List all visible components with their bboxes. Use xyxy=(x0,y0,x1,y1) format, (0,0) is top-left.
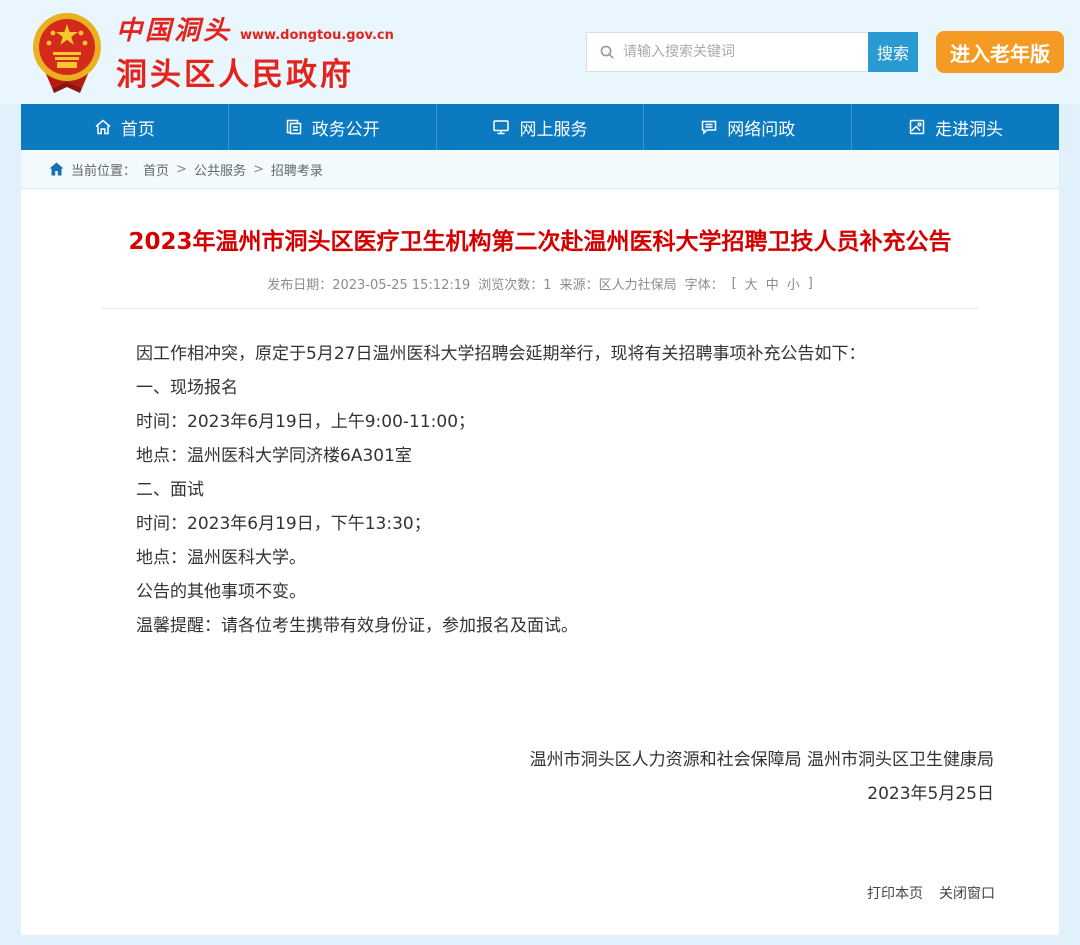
article-paragraph: 温馨提醒：请各位考生携带有效身份证，参加报名及面试。 xyxy=(136,609,999,643)
font-size-label: 字体： xyxy=(685,274,724,293)
article-container: 2023年温州市洞头区医疗卫生机构第二次赴温州医科大学招聘卫技人员补充公告 发布… xyxy=(21,189,1059,935)
nav-item-online-services[interactable]: 网上服务 xyxy=(436,104,644,150)
article-paragraph: 时间：2023年6月19日，下午13:30； xyxy=(136,507,999,541)
search-box: 搜索 xyxy=(586,32,918,72)
font-size-bracket: ] xyxy=(808,276,813,291)
breadcrumb-separator: > xyxy=(176,162,187,177)
breadcrumb-prefix: 当前位置： xyxy=(71,160,136,179)
font-size-large[interactable]: 大 xyxy=(745,274,758,293)
breadcrumb-item-public-services[interactable]: 公共服务 xyxy=(194,160,246,179)
header-right: 搜索 进入老年版 xyxy=(586,31,1064,73)
view-count: 浏览次数：1 xyxy=(478,274,551,293)
brand-script-name: 中国洞头 xyxy=(116,10,232,47)
article-paragraph: 一、现场报名 xyxy=(136,371,999,405)
main-nav: 首页 政务公开 网上服务 网络问政 走 xyxy=(21,104,1059,150)
search-button[interactable]: 搜索 xyxy=(868,32,918,72)
breadcrumb-item-recruitment[interactable]: 招聘考录 xyxy=(271,160,323,179)
print-page-link[interactable]: 打印本页 xyxy=(867,883,923,903)
article-paragraph: 二、面试 xyxy=(136,473,999,507)
site-brand[interactable]: 中国洞头 www.dongtou.gov.cn 洞头区人民政府 xyxy=(30,10,394,94)
elder-version-button[interactable]: 进入老年版 xyxy=(936,31,1064,73)
article-paragraph: 时间：2023年6月19日，上午9:00-11:00； xyxy=(136,405,999,439)
article-body: 因工作相冲突，原定于5月27日温州医科大学招聘会延期举行，现将有关招聘事项补充公… xyxy=(81,337,999,643)
nav-item-label: 政务公开 xyxy=(312,115,380,140)
article-paragraph: 地点：温州医科大学同济楼6A301室 xyxy=(136,439,999,473)
nav-item-home[interactable]: 首页 xyxy=(21,104,228,150)
breadcrumb-item-home[interactable]: 首页 xyxy=(143,160,169,179)
search-icon xyxy=(599,44,615,60)
nav-item-label: 网络问政 xyxy=(727,115,795,140)
photo-icon xyxy=(908,118,926,136)
national-emblem-icon xyxy=(30,10,104,94)
page-actions: 打印本页 关闭窗口 xyxy=(867,883,995,903)
site-header: 中国洞头 www.dongtou.gov.cn 洞头区人民政府 搜索 进入老年版 xyxy=(0,0,1080,104)
article-meta: 发布日期：2023-05-25 15:12:19 浏览次数：1 来源：区人力社保… xyxy=(81,274,999,293)
document-icon xyxy=(285,118,303,136)
close-window-link[interactable]: 关闭窗口 xyxy=(939,883,995,903)
nav-item-gov-affairs[interactable]: 政务公开 xyxy=(228,104,436,150)
font-size-bracket: [ xyxy=(732,276,737,291)
article-date: 2023年5月25日 xyxy=(81,777,999,811)
search-input[interactable] xyxy=(623,44,869,60)
nav-item-about-dongtou[interactable]: 走进洞头 xyxy=(851,104,1059,150)
nav-item-label: 首页 xyxy=(121,115,155,140)
article-paragraph: 公告的其他事项不变。 xyxy=(136,575,999,609)
font-size-small[interactable]: 小 xyxy=(787,274,800,293)
nav-item-label: 走进洞头 xyxy=(935,115,1003,140)
breadcrumb-separator: > xyxy=(253,162,264,177)
home-icon xyxy=(94,118,112,136)
brand-url: www.dongtou.gov.cn xyxy=(240,28,394,43)
breadcrumb-home-icon xyxy=(49,162,64,176)
article-source: 来源：区人力社保局 xyxy=(560,274,677,293)
nav-item-online-politics[interactable]: 网络问政 xyxy=(643,104,851,150)
nav-item-label: 网上服务 xyxy=(519,115,587,140)
brand-text: 中国洞头 www.dongtou.gov.cn 洞头区人民政府 xyxy=(116,10,394,94)
site-name: 洞头区人民政府 xyxy=(116,49,394,94)
chat-icon xyxy=(700,118,718,136)
article-title: 2023年温州市洞头区医疗卫生机构第二次赴温州医科大学招聘卫技人员补充公告 xyxy=(81,189,999,262)
article-signature: 温州市洞头区人力资源和社会保障局 温州市洞头区卫生健康局 xyxy=(81,743,999,777)
font-size-medium[interactable]: 中 xyxy=(766,274,779,293)
article-paragraph: 因工作相冲突，原定于5月27日温州医科大学招聘会延期举行，现将有关招聘事项补充公… xyxy=(136,337,999,371)
breadcrumb: 当前位置： 首页 > 公共服务 > 招聘考录 xyxy=(21,150,1059,189)
monitor-icon xyxy=(492,118,510,136)
meta-divider xyxy=(101,308,979,309)
publish-date: 发布日期：2023-05-25 15:12:19 xyxy=(267,274,470,293)
article-paragraph: 地点：温州医科大学。 xyxy=(136,541,999,575)
